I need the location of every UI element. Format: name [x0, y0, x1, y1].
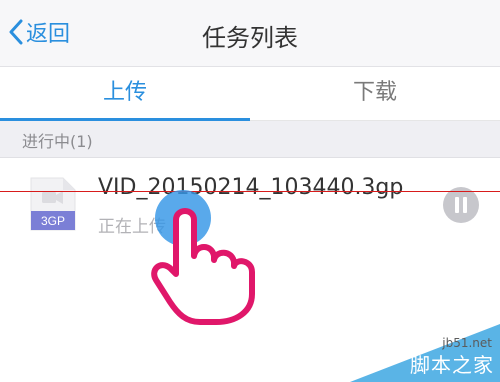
- tab-upload[interactable]: 上传: [0, 67, 250, 120]
- video-file-icon: 3GP: [29, 176, 77, 232]
- title-bar: 返回 任务列表: [0, 0, 500, 67]
- pause-icon: [455, 197, 459, 213]
- watermark-url: jb51.net: [442, 336, 492, 350]
- section-header: 进行中(1): [0, 121, 500, 158]
- annotation-line: [0, 191, 500, 192]
- file-type-label: 3GP: [41, 214, 65, 228]
- watermark: jb51.net 脚本之家: [340, 322, 500, 382]
- pause-button[interactable]: [443, 187, 479, 223]
- tab-download[interactable]: 下载: [250, 67, 500, 120]
- pause-icon: [463, 197, 467, 213]
- watermark-name: 脚本之家: [410, 353, 494, 377]
- tab-bar: 上传 下载: [0, 67, 500, 120]
- pointing-hand-icon: [148, 198, 258, 326]
- section-label: 进行中(1): [22, 132, 93, 151]
- file-name: VID_20150214_103440.3gp: [98, 175, 404, 200]
- page-title: 任务列表: [202, 24, 298, 52]
